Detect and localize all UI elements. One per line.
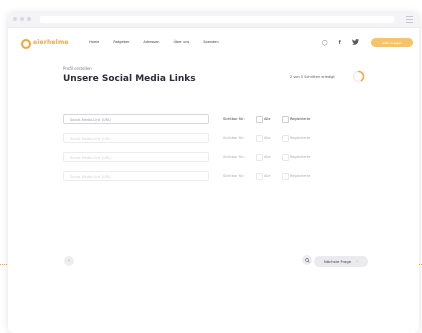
arrow-right-icon: › <box>356 258 359 265</box>
visibility-registered-checkbox[interactable] <box>282 173 289 180</box>
window-close-dot[interactable] <box>13 17 17 21</box>
visibility-all-checkbox[interactable] <box>256 154 263 161</box>
twitter-icon[interactable] <box>351 39 359 47</box>
visibility-all-label: Alle <box>264 136 271 140</box>
window-maximize-dot[interactable] <box>27 17 31 21</box>
progress-ring <box>352 70 365 83</box>
menu-item-adressen[interactable]: Adressen <box>143 40 159 44</box>
menu-item-spenden[interactable]: Spenden <box>203 40 218 44</box>
social-link-input[interactable]: Social-Media-Link (URL) <box>63 133 209 143</box>
social-link-input[interactable]: Social-Media-Link (URL) <box>63 114 209 124</box>
page-title: Unsere Social Media Links <box>63 74 196 84</box>
visibility-all-checkbox[interactable] <box>256 116 263 123</box>
search-button[interactable] <box>302 255 312 265</box>
back-button[interactable]: ‹ <box>64 256 74 266</box>
link-row-2: Social-Media-Link (URL) Sichtbar für: Al… <box>63 133 373 145</box>
progress-text: 2 von 5 Schritten erledigt <box>290 75 335 79</box>
instagram-icon[interactable]: ◯ <box>322 40 328 46</box>
menu-item-home[interactable]: Home <box>89 40 99 44</box>
visibility-registered-checkbox[interactable] <box>282 116 289 123</box>
social-icons: ◯ f <box>322 39 359 47</box>
visibility-all-label: Alle <box>264 174 271 178</box>
get-started-button[interactable]: Jetzt loslegen <box>371 38 413 47</box>
next-question-button[interactable]: Nächste Frage › <box>314 256 368 267</box>
menu-item-ratgeber[interactable]: Ratgeber <box>113 40 129 44</box>
window-controls <box>13 17 31 21</box>
visibility-label: Sichtbar für: <box>223 174 245 178</box>
facebook-icon[interactable]: f <box>339 40 341 46</box>
link-row-4: Social-Media-Link (URL) Sichtbar für: Al… <box>63 171 373 183</box>
arrow-left-icon: ‹ <box>68 258 70 264</box>
visibility-all-label: Alle <box>264 155 271 159</box>
visibility-registered-label: Registrierte <box>290 155 311 159</box>
visibility-label: Sichtbar für: <box>223 155 245 159</box>
visibility-registered-label: Registrierte <box>290 174 311 178</box>
link-row-1: Social-Media-Link (URL) Sichtbar für: Al… <box>63 114 373 126</box>
address-bar[interactable] <box>40 16 394 23</box>
visibility-all-label: Alle <box>264 117 271 121</box>
step-label: Profil erstellen <box>63 66 92 71</box>
visibility-all-checkbox[interactable] <box>256 135 263 142</box>
social-link-input[interactable]: Social-Media-Link (URL) <box>63 171 209 181</box>
menu-item-ueber-uns[interactable]: Über uns <box>174 40 190 44</box>
visibility-registered-label: Registrierte <box>290 117 311 121</box>
site-navigation: eierhelme Home Ratgeber Adressen Über un… <box>8 35 419 53</box>
search-icon <box>304 257 310 263</box>
visibility-label: Sichtbar für: <box>223 117 245 121</box>
main-menu: Home Ratgeber Adressen Über uns Spenden <box>89 40 219 44</box>
browser-window: eierhelme Home Ratgeber Adressen Über un… <box>8 13 419 333</box>
visibility-registered-label: Registrierte <box>290 136 311 140</box>
visibility-label: Sichtbar für: <box>223 136 245 140</box>
link-row-3: Social-Media-Link (URL) Sichtbar für: Al… <box>63 152 373 164</box>
window-minimize-dot[interactable] <box>20 17 24 21</box>
visibility-all-checkbox[interactable] <box>256 173 263 180</box>
social-link-input[interactable]: Social-Media-Link (URL) <box>63 152 209 162</box>
logo-icon[interactable] <box>21 39 31 49</box>
visibility-registered-checkbox[interactable] <box>282 154 289 161</box>
visibility-registered-checkbox[interactable] <box>282 135 289 142</box>
browser-menu-icon[interactable] <box>406 16 413 23</box>
browser-titlebar <box>8 13 419 28</box>
next-question-label: Nächste Frage <box>323 259 352 264</box>
brand-name[interactable]: eierhelme <box>33 39 69 46</box>
